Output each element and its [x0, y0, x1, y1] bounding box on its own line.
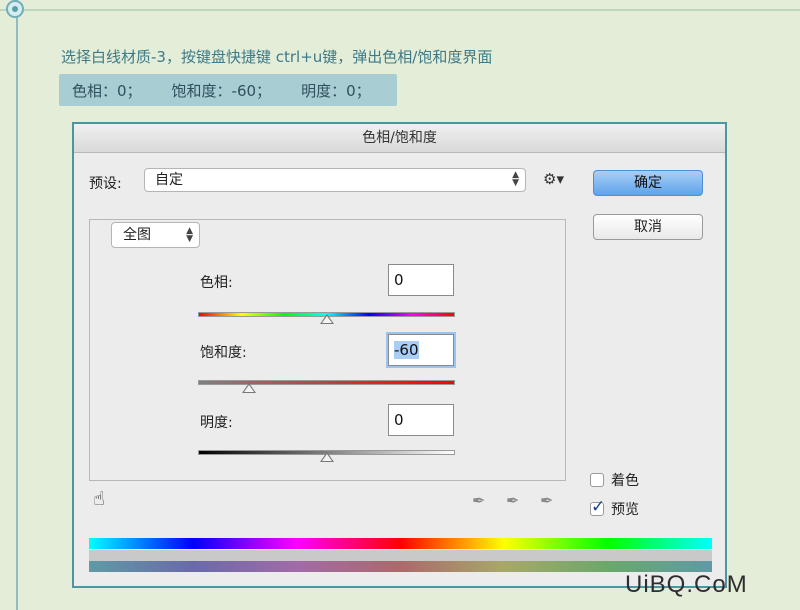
gear-icon[interactable]: ⚙▾ — [543, 170, 564, 188]
range-gray-bar — [89, 550, 712, 561]
watermark-logo: UiBQ.CoM — [625, 571, 748, 598]
eyedropper-icon[interactable]: ✒ — [472, 491, 485, 510]
preset-label: 预设: — [89, 176, 122, 192]
hue-input[interactable]: 0 — [388, 264, 454, 296]
preset-select-value: 自定 — [155, 172, 183, 188]
lightness-slider-thumb[interactable] — [319, 452, 334, 462]
timeline-line — [16, 0, 18, 610]
param-lightness: 明度：0； — [301, 81, 371, 100]
hue-slider-thumb[interactable] — [319, 314, 334, 324]
saturation-input-value: -60 — [394, 341, 419, 359]
output-color-spectrum-bar — [89, 561, 712, 572]
param-saturation: 饱和度：-60； — [171, 81, 272, 100]
ok-button[interactable]: 确定 — [593, 170, 703, 196]
preset-select[interactable]: 自定 ▲ ▼ — [144, 168, 526, 192]
hue-label: 色相: — [200, 275, 233, 291]
timeline-node-icon — [6, 0, 24, 18]
tutorial-instruction: 选择白线材质-3，按键盘快捷键 ctrl+u键，弹出色相/饱和度界面 — [61, 48, 493, 66]
preview-checkbox[interactable]: ✓ — [590, 497, 605, 517]
top-divider-line — [0, 9, 800, 11]
checkmark-icon: ✓ — [591, 497, 606, 517]
input-color-spectrum-bar — [89, 538, 712, 549]
adjustment-group-frame — [89, 219, 566, 481]
saturation-label: 饱和度: — [200, 345, 247, 361]
targeted-adjustment-hand-icon[interactable]: ☝ — [93, 488, 105, 510]
hue-saturation-dialog: 色相/饱和度 预设: 自定 ▲ ▼ ⚙▾ 确定 取消 全图 ▲ ▼ 色相: 0 饱和… — [72, 122, 727, 588]
saturation-slider-thumb[interactable] — [242, 383, 257, 393]
channel-updown-icon: ▲ ▼ — [186, 226, 193, 244]
preview-label: 预览 — [611, 502, 639, 518]
colorize-checkbox[interactable] — [590, 473, 604, 487]
param-hue: 色相：0； — [72, 81, 142, 100]
eyedropper-plus-icon[interactable]: ✒ — [506, 491, 519, 510]
colorize-label: 着色 — [611, 473, 639, 489]
channel-select[interactable]: 全图 ▲ ▼ — [111, 222, 200, 248]
lightness-label: 明度: — [200, 415, 233, 431]
cancel-button[interactable]: 取消 — [593, 214, 703, 240]
updown-arrows-icon: ▲ ▼ — [512, 170, 519, 188]
saturation-input[interactable]: -60 — [388, 334, 454, 366]
dialog-title: 色相/饱和度 — [74, 124, 725, 153]
channel-select-value: 全图 — [123, 227, 151, 243]
saturation-slider-track[interactable] — [198, 380, 455, 385]
lightness-input[interactable]: 0 — [388, 404, 454, 436]
tutorial-param-box: 色相：0； 饱和度：-60； 明度：0； — [59, 74, 397, 106]
eyedropper-minus-icon[interactable]: ✒ — [540, 491, 553, 510]
